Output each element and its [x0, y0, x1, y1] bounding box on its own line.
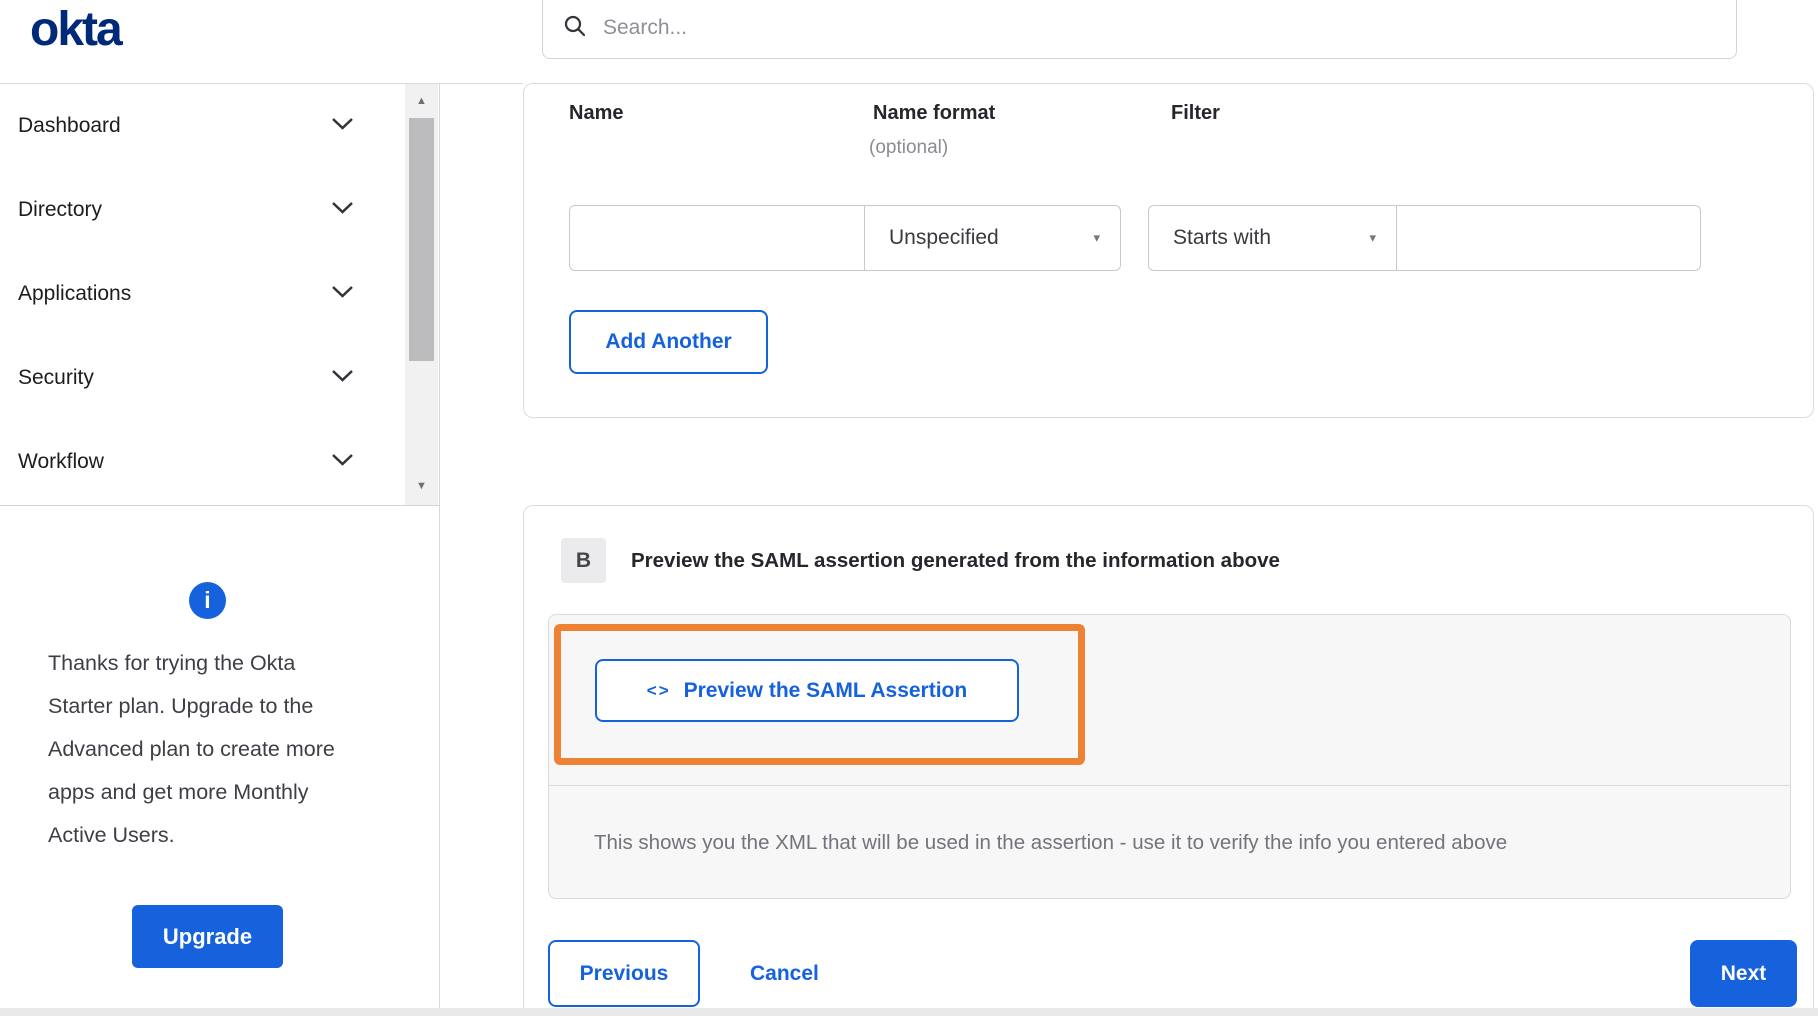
- caret-down-icon: ▾: [1093, 230, 1100, 245]
- chevron-down-icon: [331, 453, 354, 472]
- sidebar-item-workflow[interactable]: Workflow: [0, 420, 440, 504]
- upgrade-button[interactable]: Upgrade: [132, 905, 283, 968]
- okta-logo[interactable]: okta: [30, 2, 123, 57]
- sidebar-item-applications[interactable]: Applications: [0, 252, 440, 336]
- sidebar-item-label: Workflow: [18, 450, 104, 473]
- scrollbar-thumb[interactable]: [409, 118, 434, 361]
- filter-operator-selected-value: Starts with: [1173, 226, 1272, 249]
- sidebar-nav: Dashboard Directory Applications Securit…: [0, 84, 440, 506]
- attribute-statements-card: Name Name format (optional) Filter Unspe…: [523, 83, 1814, 418]
- sidebar-item-directory[interactable]: Directory: [0, 168, 440, 252]
- chevron-down-icon: [331, 285, 354, 304]
- cancel-button[interactable]: Cancel: [744, 940, 825, 1007]
- scroll-down-arrow-icon[interactable]: ▼: [405, 473, 438, 499]
- preview-button-label: Preview the SAML Assertion: [683, 678, 968, 702]
- scroll-up-arrow-icon[interactable]: ▲: [405, 88, 438, 114]
- search-icon: [563, 8, 587, 43]
- search-input[interactable]: [601, 15, 1736, 41]
- add-another-button[interactable]: Add Another: [569, 310, 768, 374]
- caret-down-icon: ▾: [1369, 230, 1376, 245]
- code-icon: <>: [646, 680, 671, 700]
- sidebar-item-label: Applications: [18, 282, 132, 305]
- preview-panel: <> Preview the SAML Assertion This shows…: [548, 614, 1791, 899]
- step-b-badge: B: [561, 538, 606, 583]
- name-column-header: Name: [569, 102, 624, 124]
- preview-assertion-card: B Preview the SAML assertion generated f…: [523, 505, 1814, 1016]
- chevron-down-icon: [331, 369, 354, 388]
- okta-admin-screen: okta Dashboard Directory Applications: [0, 0, 1818, 1016]
- info-icon: i: [189, 582, 226, 619]
- preview-note-text: This shows you the XML that will be used…: [594, 830, 1508, 854]
- attribute-name-input[interactable]: [569, 205, 865, 271]
- sidebar-item-security[interactable]: Security: [0, 336, 440, 420]
- upgrade-message: Thanks for trying the Okta Starter plan.…: [48, 651, 335, 847]
- sidebar-item-label: Dashboard: [18, 114, 121, 137]
- preview-saml-assertion-button[interactable]: <> Preview the SAML Assertion: [595, 659, 1019, 722]
- next-button[interactable]: Next: [1690, 940, 1797, 1007]
- chevron-down-icon: [331, 201, 354, 220]
- global-search[interactable]: [542, 0, 1737, 59]
- preview-button-row: <> Preview the SAML Assertion: [549, 615, 1790, 786]
- window-bottom-edge: [0, 1008, 1818, 1016]
- sidebar-item-label: Security: [18, 366, 94, 389]
- name-format-selected-value: Unspecified: [889, 226, 999, 249]
- preview-section-title: Preview the SAML assertion generated fro…: [631, 549, 1280, 572]
- preview-note-row: This shows you the XML that will be used…: [549, 786, 1790, 898]
- name-format-column-header: Name format: [873, 102, 996, 124]
- sidebar-item-label: Directory: [18, 198, 103, 221]
- sidebar-right-border: [439, 83, 440, 1016]
- name-format-select[interactable]: Unspecified ▾: [864, 205, 1121, 271]
- filter-value-input[interactable]: [1396, 205, 1701, 271]
- previous-button[interactable]: Previous: [548, 940, 700, 1007]
- chevron-down-icon: [331, 117, 354, 136]
- name-format-hint: (optional): [869, 137, 949, 158]
- filter-operator-select[interactable]: Starts with ▾: [1148, 205, 1397, 271]
- sidebar-item-dashboard[interactable]: Dashboard: [0, 84, 440, 168]
- sidebar-scrollbar[interactable]: ▲ ▼: [405, 84, 438, 505]
- filter-column-header: Filter: [1171, 102, 1220, 124]
